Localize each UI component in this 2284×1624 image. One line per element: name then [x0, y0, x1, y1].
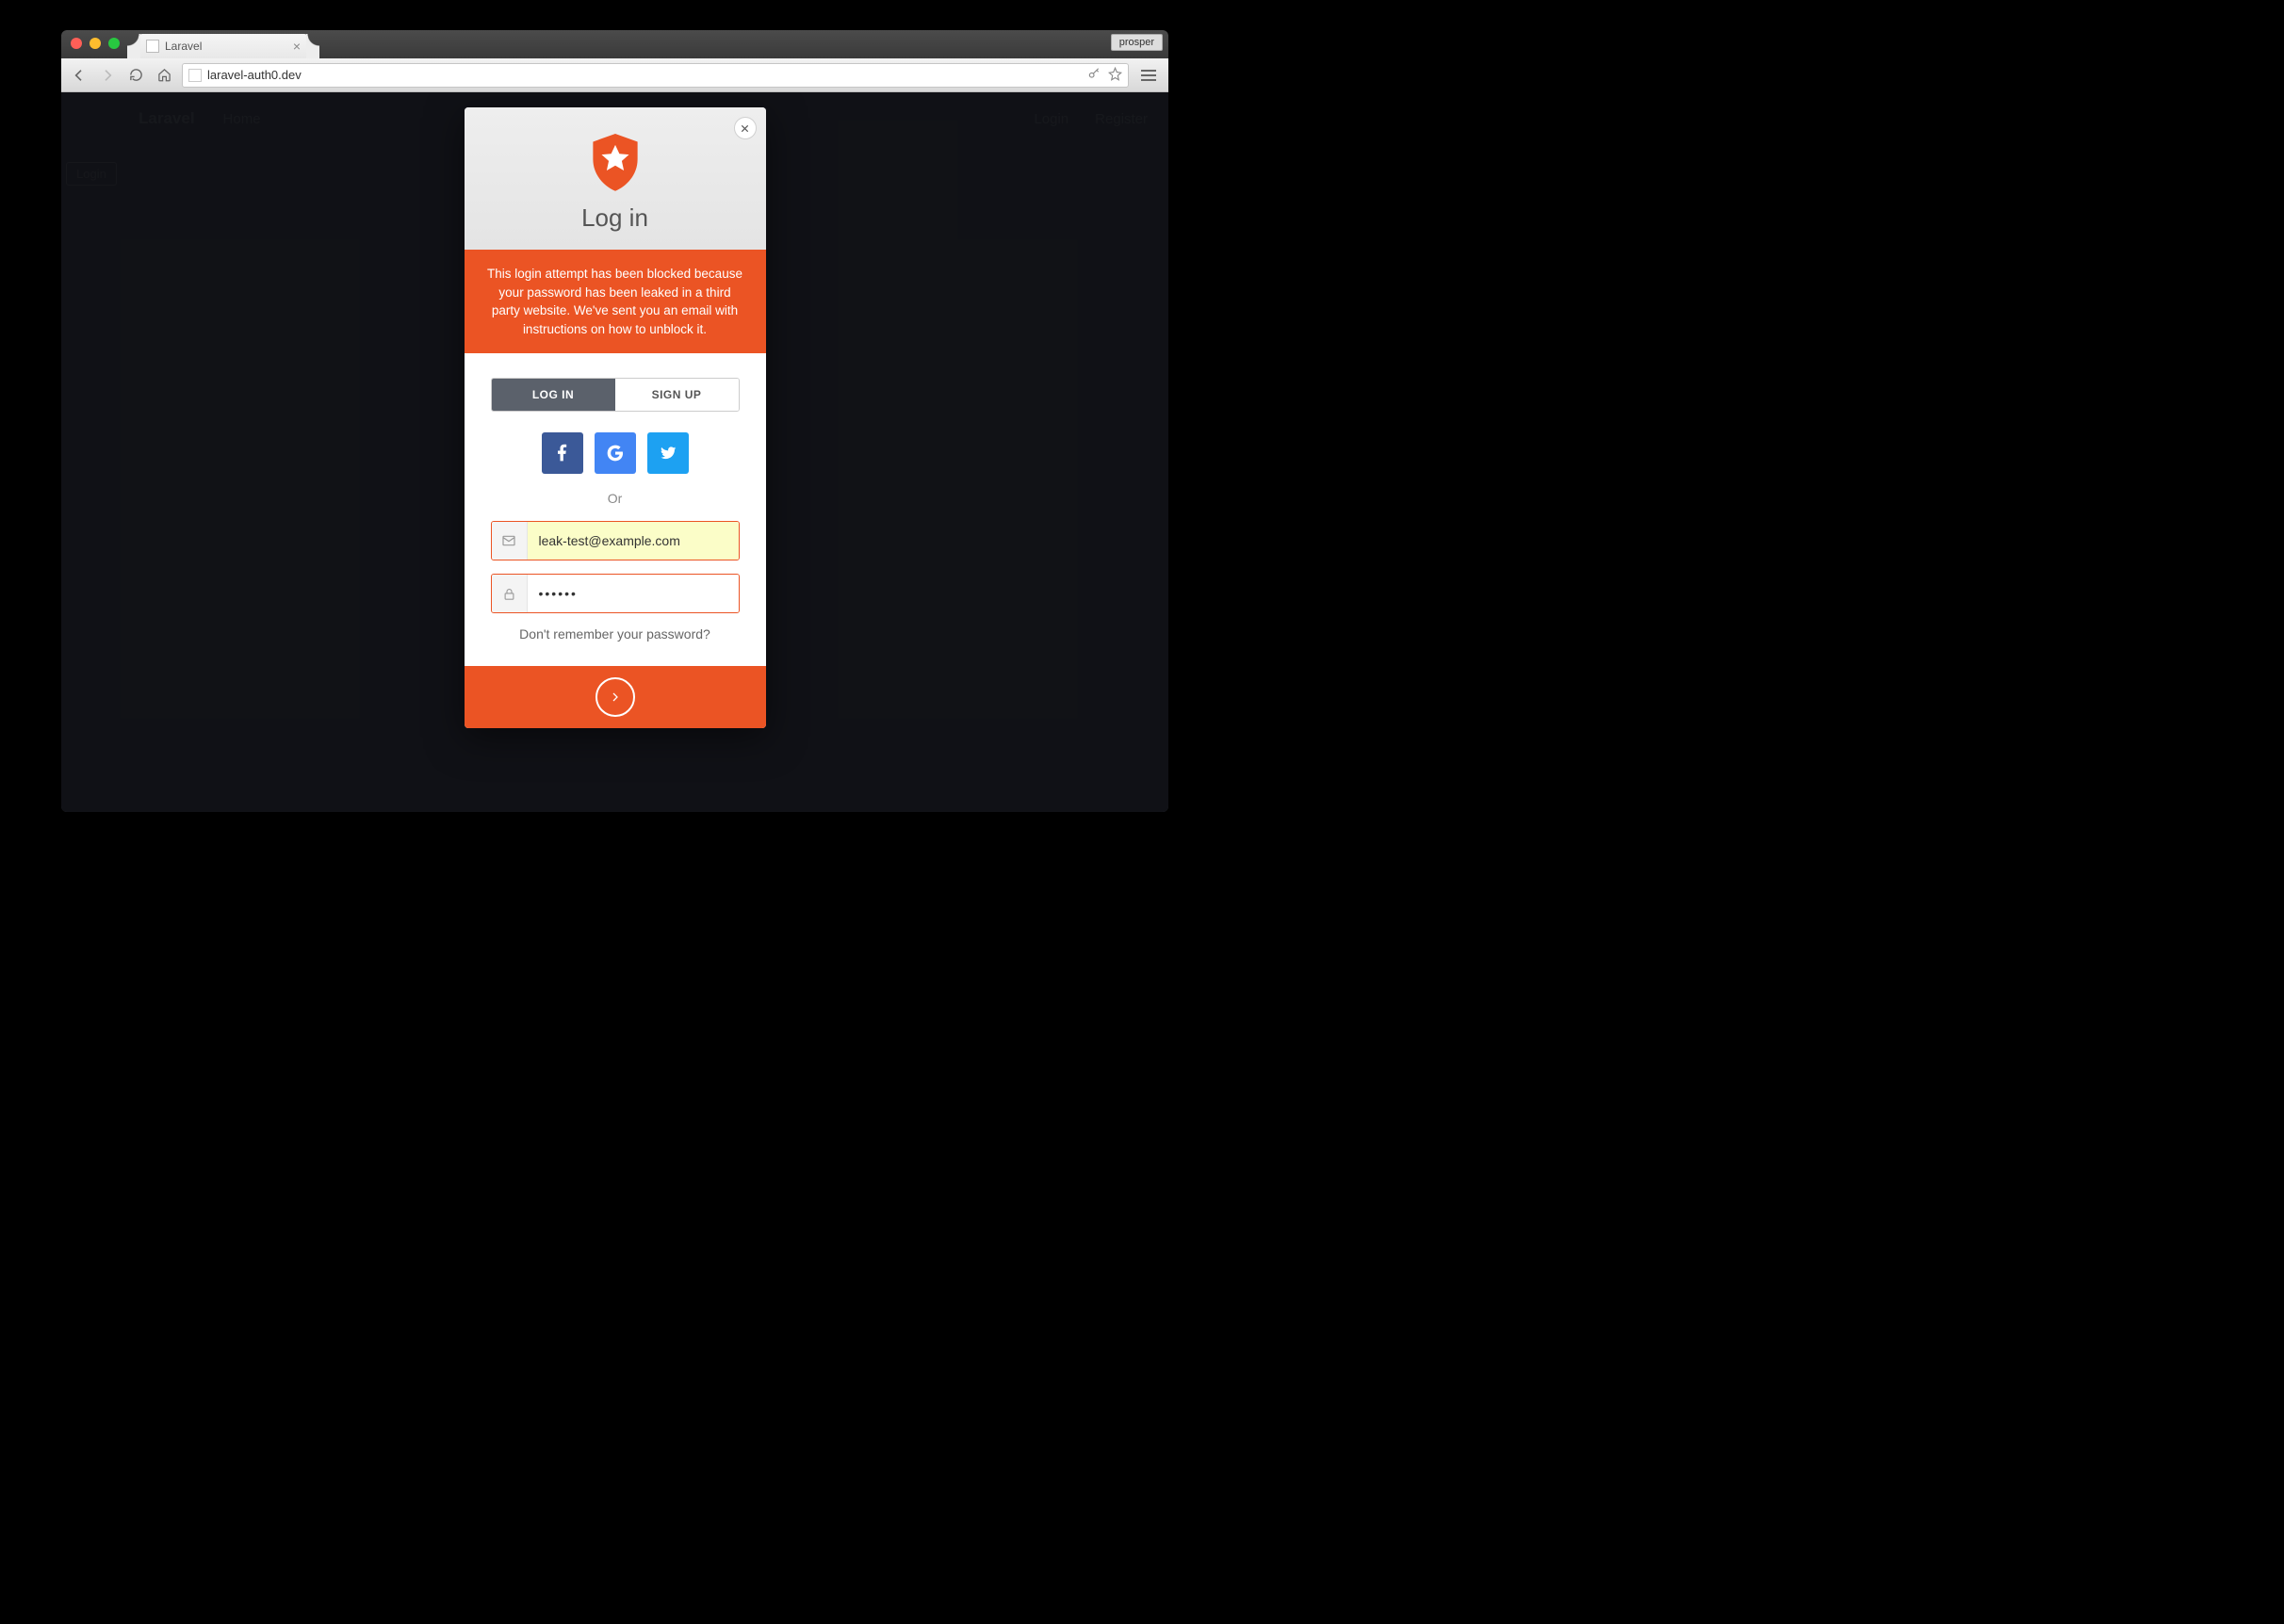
or-divider: Or: [491, 491, 740, 506]
page-favicon-icon: [146, 40, 159, 53]
address-bar[interactable]: laravel-auth0.dev: [182, 63, 1129, 88]
email-input[interactable]: [528, 522, 739, 560]
window-controls: [71, 38, 120, 49]
browser-window: Laravel × prosper laravel-auth0.dev: [61, 30, 1168, 812]
google-login-button[interactable]: [595, 432, 636, 474]
submit-button[interactable]: [595, 677, 635, 717]
home-button[interactable]: [154, 65, 174, 86]
site-info-icon[interactable]: [188, 69, 202, 82]
tab-signup[interactable]: SIGN UP: [615, 379, 739, 411]
lock-icon: [492, 575, 528, 612]
lock-body: LOG IN SIGN UP Or: [465, 353, 766, 666]
error-banner: This login attempt has been blocked beca…: [465, 250, 766, 353]
minimize-window-button[interactable]: [90, 38, 101, 49]
tab-login[interactable]: LOG IN: [492, 379, 615, 411]
tab-strip: Laravel × prosper: [61, 30, 1168, 58]
close-window-button[interactable]: [71, 38, 82, 49]
forward-button[interactable]: [97, 65, 118, 86]
submit-bar: [465, 666, 766, 728]
close-icon[interactable]: [734, 117, 757, 139]
profile-badge[interactable]: prosper: [1111, 34, 1163, 51]
email-field-wrapper: [491, 521, 740, 560]
url-text: laravel-auth0.dev: [207, 68, 302, 82]
bookmark-star-icon[interactable]: [1108, 67, 1122, 84]
auth-mode-tabs: LOG IN SIGN UP: [491, 378, 740, 412]
browser-tab[interactable]: Laravel ×: [139, 34, 308, 58]
tab-title: Laravel: [165, 40, 202, 53]
reload-button[interactable]: [125, 65, 146, 86]
lock-header: Log in: [465, 107, 766, 250]
forgot-password-link[interactable]: Don't remember your password?: [491, 626, 740, 641]
password-key-icon[interactable]: [1087, 67, 1101, 84]
browser-toolbar: laravel-auth0.dev: [61, 58, 1168, 92]
facebook-login-button[interactable]: [542, 432, 583, 474]
auth-lock-widget: Log in This login attempt has been block…: [465, 107, 766, 728]
social-login-row: [491, 432, 740, 474]
twitter-login-button[interactable]: [647, 432, 689, 474]
back-button[interactable]: [69, 65, 90, 86]
page-viewport: Laravel Home Login Register Login: [61, 92, 1168, 812]
auth0-shield-icon: [590, 134, 641, 192]
tab-close-icon[interactable]: ×: [293, 39, 301, 54]
maximize-window-button[interactable]: [108, 38, 120, 49]
password-field-wrapper: [491, 574, 740, 613]
lock-title: Log in: [465, 203, 766, 233]
email-icon: [492, 522, 528, 560]
password-input[interactable]: [528, 575, 739, 612]
menu-button[interactable]: [1136, 64, 1161, 87]
